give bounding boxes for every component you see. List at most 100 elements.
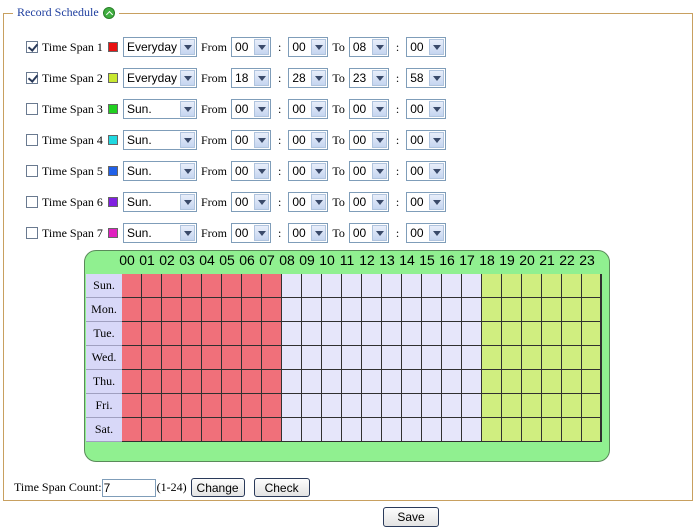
schedule-cell[interactable] [202,346,222,370]
schedule-cell[interactable] [222,394,242,418]
schedule-cell[interactable] [442,274,462,298]
schedule-cell[interactable] [242,274,262,298]
schedule-cell[interactable] [142,298,162,322]
schedule-cell[interactable] [522,370,542,394]
schedule-cell[interactable] [362,370,382,394]
day-select[interactable]: Everyday [123,37,197,57]
schedule-cell[interactable] [182,370,202,394]
schedule-cell[interactable] [262,394,282,418]
schedule-cell[interactable] [242,346,262,370]
schedule-cell[interactable] [262,370,282,394]
schedule-cell[interactable] [402,418,422,442]
time-span-3-checkbox[interactable] [26,103,38,115]
to-minute-select[interactable]: 00 [406,99,447,119]
check-button[interactable]: Check [253,478,310,497]
schedule-cell[interactable] [322,418,342,442]
time-span-2-checkbox[interactable] [26,72,38,84]
from-minute-select[interactable]: 00 [288,192,329,212]
schedule-cell[interactable] [462,394,482,418]
schedule-cell[interactable] [342,298,362,322]
schedule-cell[interactable] [402,298,422,322]
schedule-cell[interactable] [482,418,502,442]
to-hour-select[interactable]: 00 [348,130,389,150]
schedule-cell[interactable] [462,298,482,322]
schedule-cell[interactable] [522,298,542,322]
schedule-cell[interactable] [302,298,322,322]
schedule-cell[interactable] [422,346,442,370]
schedule-cell[interactable] [122,346,142,370]
schedule-cell[interactable] [162,298,182,322]
day-select[interactable]: Sun. [123,161,197,181]
schedule-cell[interactable] [582,346,602,370]
schedule-cell[interactable] [182,394,202,418]
schedule-cell[interactable] [362,274,382,298]
to-hour-select[interactable]: 00 [348,99,389,119]
schedule-cell[interactable] [202,370,222,394]
schedule-cell[interactable] [562,370,582,394]
schedule-cell[interactable] [562,274,582,298]
schedule-cell[interactable] [582,322,602,346]
time-span-7-checkbox[interactable] [26,227,38,239]
to-hour-select[interactable]: 08 [348,37,389,57]
schedule-cell[interactable] [262,274,282,298]
schedule-cell[interactable] [442,298,462,322]
from-hour-select[interactable]: 00 [231,161,272,181]
schedule-cell[interactable] [562,346,582,370]
schedule-cell[interactable] [162,346,182,370]
schedule-cell[interactable] [222,274,242,298]
schedule-cell[interactable] [522,274,542,298]
schedule-cell[interactable] [442,418,462,442]
from-minute-select[interactable]: 00 [288,99,329,119]
schedule-cell[interactable] [122,418,142,442]
schedule-cell[interactable] [242,322,262,346]
to-minute-select[interactable]: 00 [406,223,447,243]
schedule-cell[interactable] [342,274,362,298]
schedule-cell[interactable] [302,370,322,394]
from-hour-select[interactable]: 00 [231,130,272,150]
from-minute-select[interactable]: 00 [288,130,329,150]
schedule-cell[interactable] [442,322,462,346]
from-minute-select[interactable]: 28 [288,68,329,88]
day-select[interactable]: Sun. [123,192,197,212]
from-hour-select[interactable]: 00 [231,223,272,243]
schedule-cell[interactable] [142,418,162,442]
schedule-cell[interactable] [322,322,342,346]
schedule-cell[interactable] [222,322,242,346]
from-minute-select[interactable]: 00 [288,37,329,57]
schedule-cell[interactable] [202,274,222,298]
schedule-cell[interactable] [122,298,142,322]
schedule-cell[interactable] [542,346,562,370]
to-hour-select[interactable]: 00 [348,192,389,212]
schedule-cell[interactable] [242,298,262,322]
schedule-cell[interactable] [122,370,142,394]
schedule-cell[interactable] [262,322,282,346]
schedule-cell[interactable] [482,394,502,418]
from-minute-select[interactable]: 00 [288,161,329,181]
schedule-cell[interactable] [202,418,222,442]
schedule-cell[interactable] [522,322,542,346]
to-minute-select[interactable]: 00 [406,161,447,181]
schedule-cell[interactable] [282,322,302,346]
schedule-cell[interactable] [362,418,382,442]
to-hour-select[interactable]: 00 [348,161,389,181]
schedule-cell[interactable] [542,274,562,298]
save-button[interactable]: Save [383,507,439,527]
schedule-cell[interactable] [482,370,502,394]
schedule-cell[interactable] [422,370,442,394]
schedule-cell[interactable] [362,298,382,322]
schedule-cell[interactable] [142,394,162,418]
schedule-cell[interactable] [342,322,362,346]
schedule-cell[interactable] [442,370,462,394]
schedule-cell[interactable] [502,298,522,322]
schedule-cell[interactable] [342,370,362,394]
schedule-cell[interactable] [502,418,522,442]
from-hour-select[interactable]: 00 [231,192,272,212]
schedule-cell[interactable] [222,418,242,442]
schedule-cell[interactable] [582,298,602,322]
schedule-cell[interactable] [542,298,562,322]
schedule-cell[interactable] [462,370,482,394]
day-select[interactable]: Sun. [123,223,197,243]
schedule-cell[interactable] [242,394,262,418]
schedule-cell[interactable] [382,418,402,442]
schedule-cell[interactable] [162,274,182,298]
